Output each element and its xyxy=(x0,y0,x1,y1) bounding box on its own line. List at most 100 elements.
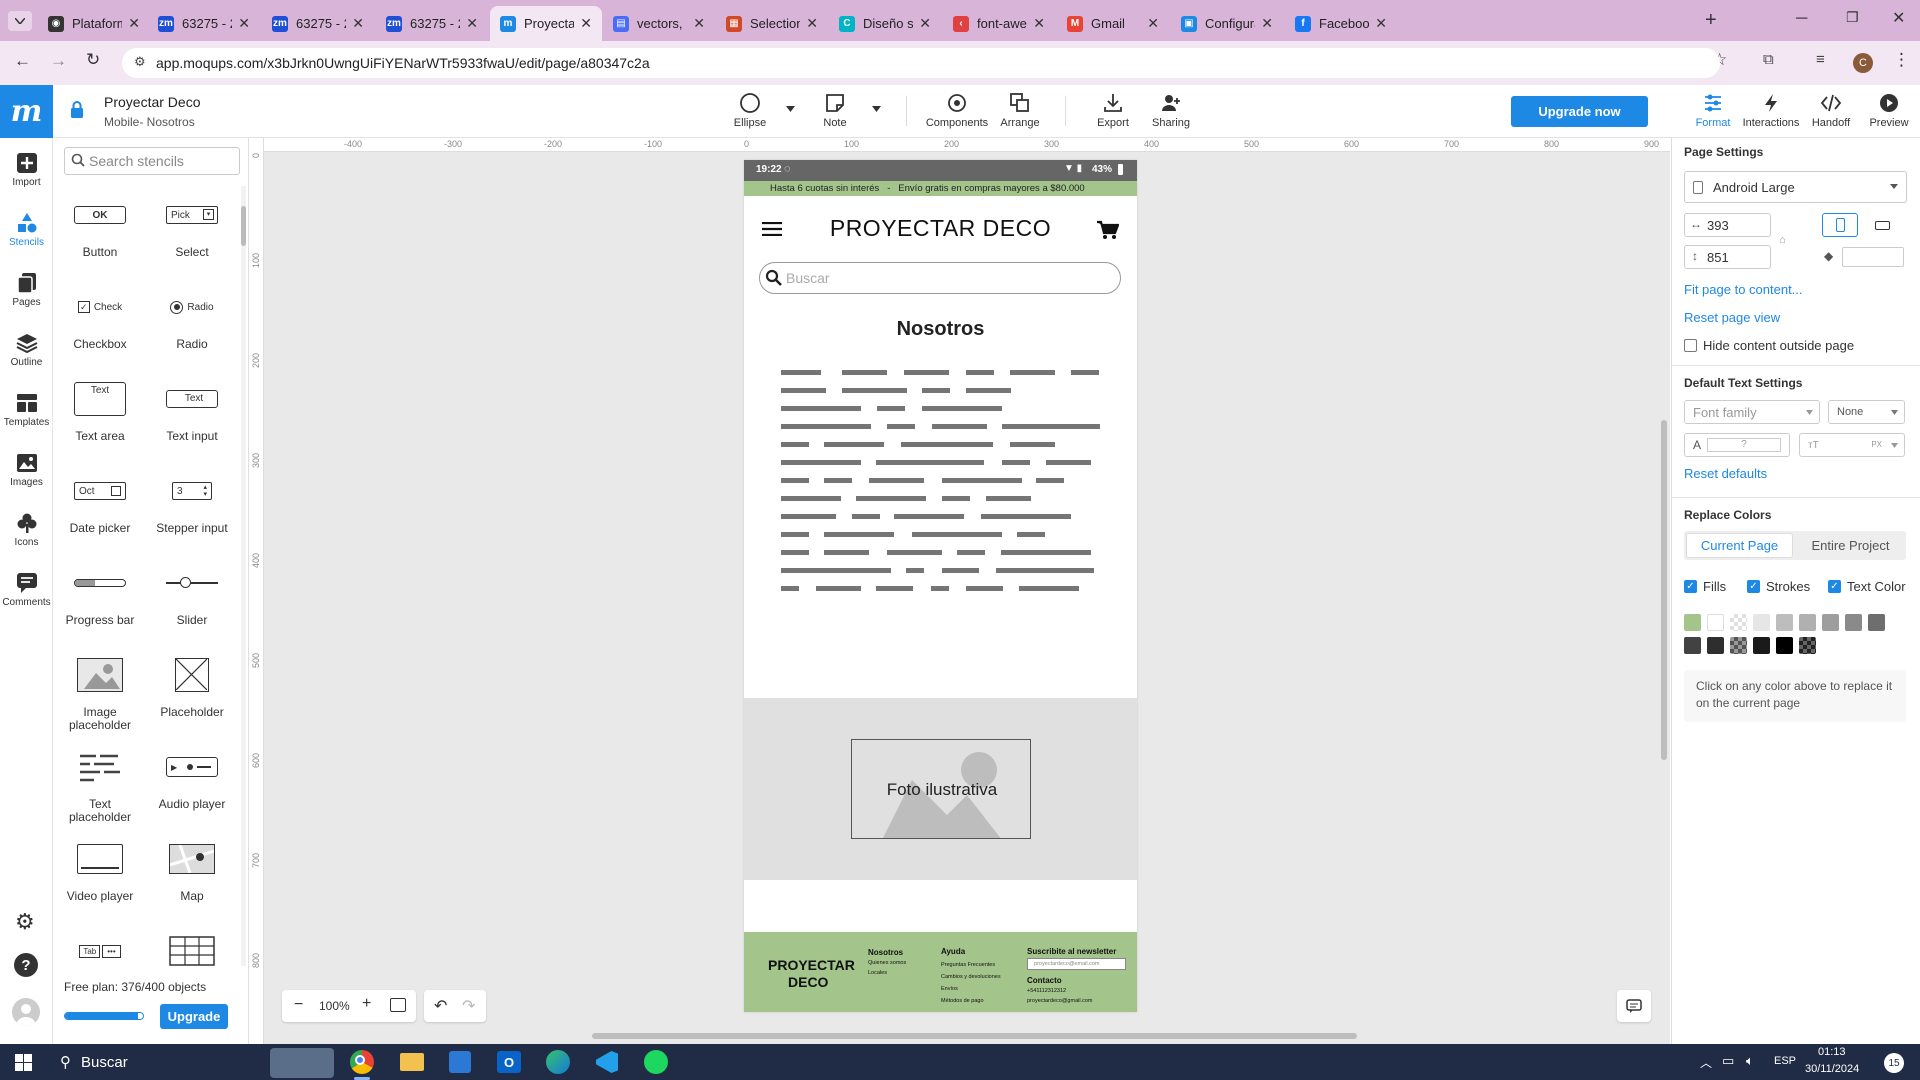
portrait-toggle[interactable] xyxy=(1822,213,1858,237)
page-height-input[interactable]: ↕ 851 xyxy=(1684,245,1771,269)
handoff-tab[interactable]: Handoff xyxy=(1801,92,1861,129)
upgrade-button[interactable]: Upgrade xyxy=(160,1004,228,1029)
components-tool[interactable]: Components xyxy=(926,92,988,129)
tab-close-icon[interactable]: ✕ xyxy=(352,15,364,32)
note-tool[interactable]: Note xyxy=(805,92,865,129)
color-swatch[interactable] xyxy=(1799,637,1816,654)
color-swatch[interactable] xyxy=(1730,614,1747,631)
notification-badge[interactable]: 15 xyxy=(1884,1053,1904,1073)
fills-checkbox[interactable]: ✓ Fills xyxy=(1684,579,1726,594)
stencil-stepper-input[interactable]: 3 ▴ ▾ Stepper input xyxy=(146,466,238,558)
comment-bubble-icon[interactable] xyxy=(1617,990,1651,1022)
tab-close-icon[interactable]: ✕ xyxy=(580,15,592,32)
rail-images[interactable]: Images xyxy=(0,452,53,488)
browser-tab[interactable]: M Gmail ✕ xyxy=(1057,6,1169,41)
device-select[interactable]: Android Large xyxy=(1684,171,1907,203)
browser-tab[interactable]: ◉ Plataforma e ✕ xyxy=(38,6,150,41)
rail-templates[interactable]: Templates xyxy=(0,392,53,428)
reload-icon[interactable]: ↻ xyxy=(86,50,100,70)
tab-close-icon[interactable]: ✕ xyxy=(1375,15,1387,32)
font-weight-select[interactable]: None xyxy=(1828,400,1905,424)
browser-menu-icon[interactable]: ⋮ xyxy=(1893,50,1910,70)
tab-close-icon[interactable]: ✕ xyxy=(128,15,140,32)
stencil-date-picker[interactable]: Oct Date picker xyxy=(54,466,146,558)
settings-gear-icon[interactable]: ⚙ xyxy=(15,909,35,935)
fit-page-link[interactable]: Fit page to content... xyxy=(1684,282,1803,297)
stencil-map[interactable]: Map xyxy=(146,834,238,926)
text-color-checkbox[interactable]: ✓ Text Color xyxy=(1828,579,1906,594)
new-tab-plus-icon[interactable]: + xyxy=(1705,9,1717,32)
stencil-progress-bar[interactable]: Progress bar xyxy=(54,558,146,650)
tab-close-icon[interactable]: ✕ xyxy=(238,15,250,32)
page-subtitle[interactable]: Mobile- Nosotros xyxy=(104,115,195,129)
color-swatch[interactable] xyxy=(1868,614,1885,631)
outlook-icon[interactable]: O xyxy=(497,1051,521,1073)
forward-arrow-icon[interactable]: → xyxy=(50,51,67,71)
interactions-tab[interactable]: Interactions xyxy=(1741,92,1801,129)
tab-close-icon[interactable]: ✕ xyxy=(1261,15,1273,32)
url-input[interactable]: ⚙ app.moqups.com/x3bJrkn0UwngUiFiYENarWT… xyxy=(122,48,1720,78)
canvas-horizontal-scrollbar[interactable] xyxy=(592,1033,1357,1039)
profile-avatar[interactable]: C xyxy=(1853,53,1873,73)
browser-tab[interactable]: zm 63275 - 28/1 ✕ xyxy=(148,6,260,41)
font-size-input[interactable]: ᴛT PX xyxy=(1799,433,1905,457)
browser-tab[interactable]: ▦ Selection En ✕ xyxy=(716,6,828,41)
color-swatch[interactable] xyxy=(1845,614,1862,631)
preview-tab[interactable]: Preview xyxy=(1859,92,1919,129)
color-swatch[interactable] xyxy=(1776,614,1793,631)
tab-close-icon[interactable]: ✕ xyxy=(1147,15,1159,32)
color-swatch[interactable] xyxy=(1822,614,1839,631)
color-swatch[interactable] xyxy=(1730,637,1747,654)
stencil-search-input[interactable]: Search stencils xyxy=(64,147,240,175)
hide-outside-checkbox[interactable]: Hide content outside page xyxy=(1684,338,1854,353)
file-explorer-icon[interactable] xyxy=(400,1053,424,1071)
spotify-icon[interactable] xyxy=(644,1050,668,1074)
text-color-input[interactable]: A ? xyxy=(1684,433,1790,457)
browser-tab[interactable]: ▤ vectors, pho ✕ xyxy=(603,6,715,41)
back-arrow-icon[interactable]: ← xyxy=(14,51,31,71)
zoom-out-icon[interactable]: − xyxy=(294,996,303,1014)
stencil-slider[interactable]: Slider xyxy=(146,558,238,650)
tab-close-icon[interactable]: ✕ xyxy=(466,15,478,32)
rail-comments[interactable]: Comments xyxy=(0,572,53,608)
browser-tab[interactable]: ‹ font-aweson ✕ xyxy=(943,6,1055,41)
tab-entire-project[interactable]: Entire Project xyxy=(1797,533,1904,558)
volume-icon[interactable]: 🔈︎ xyxy=(1746,1053,1754,1069)
browser-tab[interactable]: ▣ Configura tu ✕ xyxy=(1171,6,1283,41)
tab-close-icon[interactable]: ✕ xyxy=(806,15,818,32)
note-dropdown-icon[interactable] xyxy=(872,106,881,112)
edge-icon[interactable] xyxy=(546,1050,570,1074)
reset-defaults-link[interactable]: Reset defaults xyxy=(1684,466,1767,481)
stencil-select[interactable]: Pick ▾ Select xyxy=(146,190,238,282)
color-swatch[interactable] xyxy=(1684,637,1701,654)
help-icon[interactable]: ? xyxy=(14,953,38,977)
network-icon[interactable]: ▭ xyxy=(1722,1053,1734,1069)
upgrade-now-button[interactable]: Upgrade now xyxy=(1511,96,1648,127)
page-fill-icon[interactable]: ◆ xyxy=(1824,249,1833,263)
browser-tab[interactable]: zm 63275 - 27/1 ✕ xyxy=(262,6,374,41)
sharing-tool[interactable]: Sharing xyxy=(1141,92,1201,129)
tab-current-page[interactable]: Current Page xyxy=(1686,533,1793,558)
mobile-page-mockup[interactable]: 19:22 ◌ ▼ ▮ 43% Hasta 6 cuotas sin inter… xyxy=(744,160,1137,1012)
undo-icon[interactable]: ↶ xyxy=(434,996,447,1016)
minimize-icon[interactable]: ─ xyxy=(1796,10,1807,28)
zoom-in-icon[interactable]: + xyxy=(362,995,371,1013)
landscape-toggle[interactable] xyxy=(1864,213,1900,237)
restore-icon[interactable]: ❐ xyxy=(1846,9,1859,26)
canvas-vertical-scrollbar[interactable] xyxy=(1661,420,1667,760)
strokes-checkbox[interactable]: ✓ Strokes xyxy=(1747,579,1810,594)
stencil-item[interactable]: Tab ••• xyxy=(54,926,146,1018)
stencil-radio[interactable]: Radio Radio xyxy=(146,282,238,374)
color-swatch[interactable] xyxy=(1753,637,1770,654)
stencil-audio-player[interactable]: ▶ Audio player xyxy=(146,742,238,834)
stencil-button[interactable]: OK Button xyxy=(54,190,146,282)
color-swatch[interactable] xyxy=(1707,637,1724,654)
stencil-text-input[interactable]: Text Text input xyxy=(146,374,238,466)
rail-stencils[interactable]: Stencils xyxy=(0,212,53,248)
tab-close-icon[interactable]: ✕ xyxy=(693,15,705,32)
windows-start-icon[interactable] xyxy=(15,1054,32,1071)
page-fill-color-input[interactable] xyxy=(1842,247,1904,267)
browser-tab[interactable]: f Facebook ✕ xyxy=(1285,6,1397,41)
browser-tab[interactable]: m Proyectar De ✕ xyxy=(490,6,602,41)
extensions-icon[interactable]: ⧉ xyxy=(1763,51,1774,68)
